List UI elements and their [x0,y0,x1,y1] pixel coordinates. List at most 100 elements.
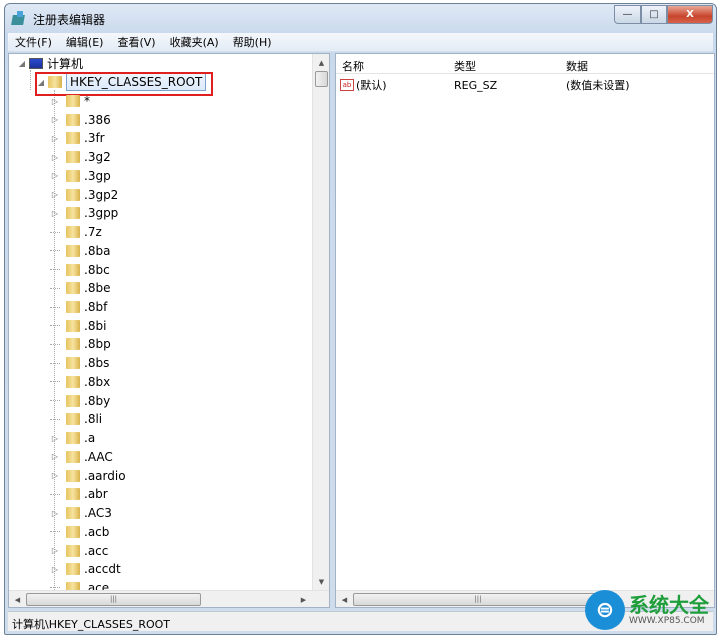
menu-edit[interactable]: 编辑(E) [59,34,111,50]
folder-icon [66,113,80,126]
tree-item[interactable]: ▷ * [52,92,90,110]
menu-help[interactable]: 帮助(H) [226,34,279,50]
expand-arrow-icon[interactable]: ▷ [50,209,60,218]
folder-icon [66,169,80,182]
scroll-left-arrow-icon[interactable]: ◀ [9,591,26,608]
regedit-window: 注册表编辑器 — □ X 文件(F) 编辑(E) 查看(V) 收藏夹(A) 帮助… [4,3,717,635]
expand-arrow-icon[interactable]: ▷ [50,434,60,443]
tree-line [50,381,60,383]
tree-line [50,400,60,402]
tree-item[interactable]: .8bi [50,317,106,335]
menu-favorites[interactable]: 收藏夹(A) [163,34,226,50]
folder-icon [66,226,80,239]
values-pane: 名称 类型 数据 ab (默认) REG_SZ (数值未设置) ◀ ||| [335,53,715,608]
scroll-thumb[interactable] [315,71,328,87]
expand-arrow-icon[interactable]: ▷ [50,134,60,143]
tree-item[interactable]: ▷ .3gp2 [52,186,118,204]
expand-arrow-icon[interactable]: ▷ [50,190,60,199]
watermark: ⊜ 系统大全 WWW.XP85.COM [585,590,709,630]
folder-icon [66,450,80,463]
tree-item[interactable]: .8bs [50,354,109,372]
minimize-button[interactable]: — [614,5,641,24]
tree-horizontal-scrollbar[interactable]: ◀ ||| ▶ [9,590,329,607]
folder-icon [66,95,80,107]
maximize-button[interactable]: □ [641,5,667,24]
tree-item[interactable]: .8be [50,279,110,297]
folder-icon [66,282,80,295]
folder-icon [66,507,80,520]
folder-icon [66,432,80,445]
scroll-up-arrow-icon[interactable]: ▲ [313,54,330,71]
expand-arrow-icon[interactable]: ▷ [50,546,60,555]
tree-line [50,269,60,271]
column-data[interactable]: 数据 [566,58,588,74]
folder-icon [66,413,80,426]
tree-item[interactable]: .8bp [50,335,111,353]
folder-icon [66,563,80,576]
tree-item[interactable]: ▷ .AC3 [52,504,112,522]
folder-icon [66,319,80,332]
tree-item[interactable]: .7z [50,223,102,241]
computer-icon [29,57,43,69]
column-type[interactable]: 类型 [454,58,476,74]
menu-file[interactable]: 文件(F) [8,34,59,50]
tree-item[interactable]: ▷ .3gp [52,167,111,185]
tree-item[interactable]: ▷ .accdt [52,560,121,578]
tree-line [50,287,60,289]
column-name[interactable]: 名称 [342,58,364,74]
tree-item[interactable]: ▷ .a [52,429,95,447]
folder-icon [66,375,80,388]
tree-item[interactable]: .8by [50,392,110,410]
folder-icon [66,338,80,351]
close-button[interactable]: X [667,5,713,24]
scroll-left-arrow-icon[interactable]: ◀ [336,591,353,608]
scroll-thumb[interactable]: ||| [26,593,201,606]
expand-arrow-icon[interactable]: ▷ [50,565,60,574]
tree-item[interactable]: .8bf [50,298,107,316]
tree-item[interactable]: .8bc [50,261,110,279]
tree-item[interactable]: ▷ .aardio [52,467,126,485]
folder-icon [66,525,80,538]
tree-item-computer[interactable]: ◢ 计算机 [17,54,83,72]
menu-view[interactable]: 查看(V) [110,34,162,50]
tree-item[interactable]: .8bx [50,373,110,391]
tree-item[interactable]: .8li [50,410,102,428]
tree-item[interactable]: ▷ .AAC [52,448,113,466]
title-bar: 注册表编辑器 [5,4,716,34]
tree-pane: ◢ 计算机 ◢ HKEY_CLASSES_ROOT ▷ * ▷ .386 ▷ .3fr ▷.… [8,53,330,608]
tree-line [50,306,60,308]
folder-icon [66,132,80,145]
expand-arrow-icon[interactable]: ▷ [50,153,60,162]
scroll-thumb[interactable]: ||| [353,593,603,606]
folder-icon [66,263,80,276]
tree-item[interactable]: ▷ .acc [52,542,108,560]
list-row[interactable]: ab (默认) REG_SZ (数值未设置) [340,76,710,94]
tree-line [50,231,60,233]
tree-item[interactable]: .abr [50,485,108,503]
tree-item[interactable]: ▷ .3fr [52,129,105,147]
tree-line [50,418,60,420]
expand-arrow-icon[interactable]: ▷ [50,471,60,480]
tree-vertical-scrollbar[interactable]: ▲ ▼ [312,54,329,590]
window-title: 注册表编辑器 [33,12,106,27]
string-value-icon: ab [340,79,354,91]
tree-item[interactable]: ▷ .3gpp [52,204,118,222]
tree-item[interactable]: .acb [50,523,109,541]
tree-line [50,493,60,495]
expand-arrow-icon[interactable]: ▷ [50,509,60,518]
folder-icon [66,544,80,557]
menu-bar: 文件(F) 编辑(E) 查看(V) 收藏夹(A) 帮助(H) [8,33,713,52]
tree-item[interactable]: .8ba [50,242,110,260]
collapse-arrow-icon[interactable]: ◢ [17,59,27,68]
folder-icon [66,394,80,407]
scroll-down-arrow-icon[interactable]: ▼ [313,573,330,590]
folder-icon [66,357,80,370]
expand-arrow-icon[interactable]: ▷ [50,171,60,180]
scroll-right-arrow-icon[interactable]: ▶ [295,591,312,608]
expand-arrow-icon[interactable]: ▷ [50,97,60,106]
expand-arrow-icon[interactable]: ▷ [50,115,60,124]
folder-icon [66,469,80,482]
tree-item[interactable]: ▷ .386 [52,111,111,129]
expand-arrow-icon[interactable]: ▷ [50,452,60,461]
tree-item[interactable]: ▷ .3g2 [52,148,111,166]
